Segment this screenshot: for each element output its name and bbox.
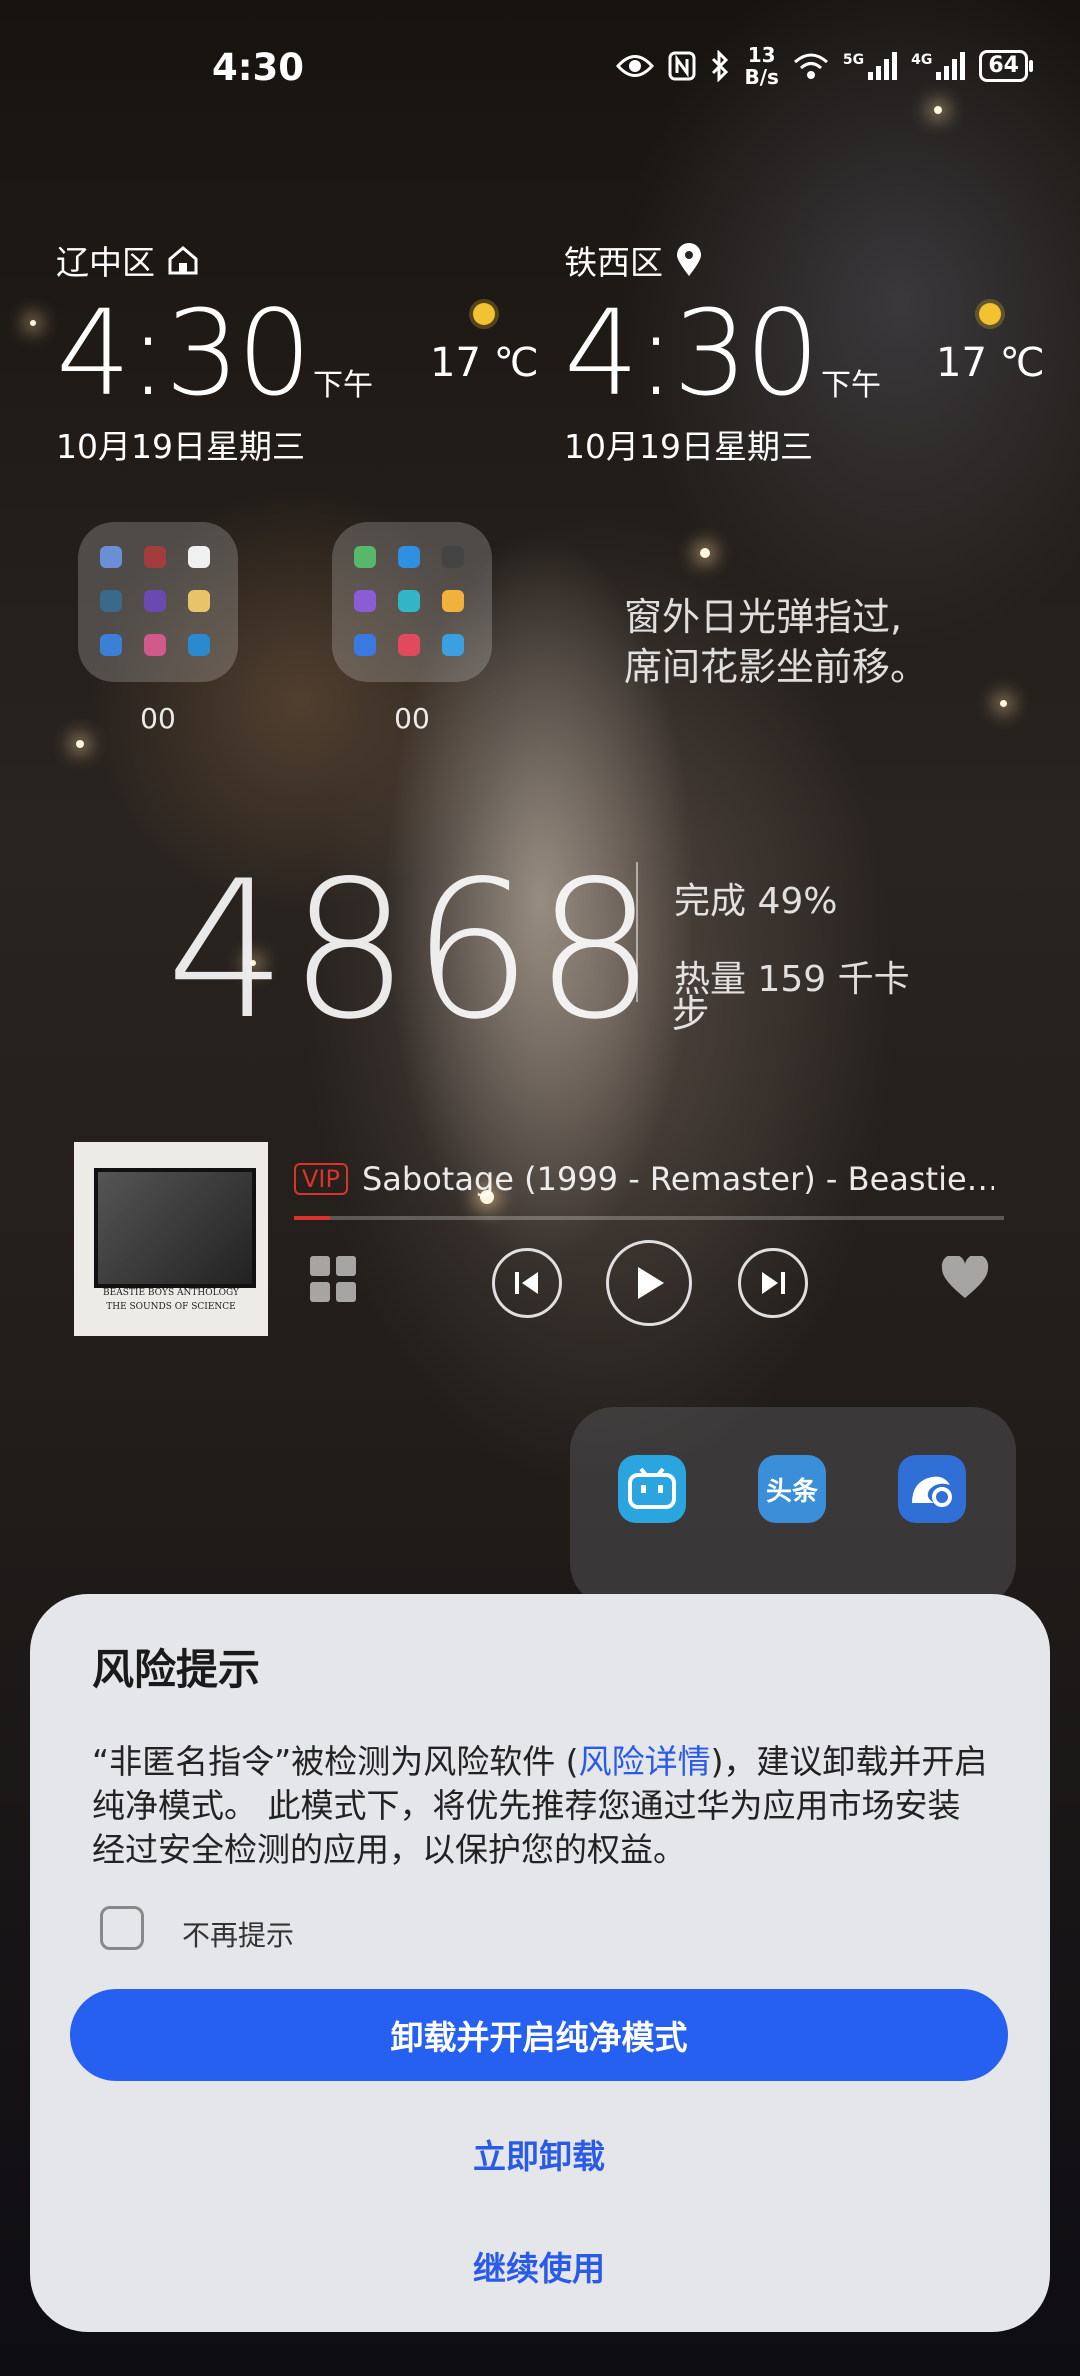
quote-line: 席间花影坐前移。 — [624, 645, 929, 689]
heart-icon — [941, 1254, 989, 1298]
risk-dialog: 风险提示 “非匿名指令”被检测为风险软件 (风险详情)，建议卸载并开启纯净模式。… — [30, 1594, 1050, 2332]
dialog-title: 风险提示 — [92, 1645, 261, 1694]
status-icons: 13 B/s 5G 4G 64 — [616, 44, 1033, 88]
clock-widget-2[interactable]: 铁西区 4:30 下午 10月19日星期三 — [564, 236, 881, 468]
play-button[interactable] — [606, 1240, 692, 1326]
status-time: 4:30 — [212, 46, 305, 89]
steps-widget[interactable]: 4868 步 — [166, 856, 710, 1046]
next-icon — [762, 1272, 785, 1294]
wifi-icon — [793, 53, 828, 79]
clock-widget-1[interactable]: 辽中区 4:30 下午 10月19日星期三 — [56, 236, 373, 468]
signal-bars-icon — [868, 52, 898, 80]
continue-using-button[interactable]: 继续使用 — [70, 2242, 1008, 2290]
previous-button[interactable] — [492, 1248, 562, 1318]
sunny-icon — [462, 292, 506, 336]
music-progress-track[interactable] — [294, 1216, 1004, 1220]
uc-browser-icon — [912, 1476, 952, 1507]
clock-ampm: 下午 — [820, 368, 881, 403]
song-row[interactable]: VIP Sabotage (1999 - Remaster) - Beastie… — [294, 1160, 994, 1198]
previous-icon — [515, 1272, 538, 1294]
dialog-message: “非匿名指令”被检测为风险软件 (风险详情)，建议卸载并开启纯净模式。 此模式下… — [92, 1740, 992, 1872]
folder-label: 00 — [394, 702, 430, 735]
quote-widget[interactable]: 窗外日光弹指过, 席间花影坐前移。 — [624, 592, 928, 692]
city-row: 辽中区 — [56, 236, 373, 284]
quote-line: 窗外日光弹指过, — [624, 595, 903, 639]
network-speed: 13 B/s — [744, 44, 778, 88]
temperature: 17 ℃ — [936, 340, 1045, 386]
network-speed-unit: B/s — [744, 65, 779, 89]
dialog-message-pre: “非匿名指令”被检测为风险软件 ( — [92, 1742, 579, 1781]
grid-menu-icon[interactable] — [310, 1256, 356, 1306]
risk-details-link[interactable]: 风险详情 — [579, 1742, 711, 1781]
uc-browser-app[interactable] — [898, 1455, 966, 1523]
clock-time: 4:30 — [564, 284, 820, 422]
step-calories: 热量 159 千卡 — [674, 959, 910, 1000]
step-count: 4868 — [166, 840, 658, 1061]
weather-widget-1[interactable]: 17 ℃ — [430, 292, 539, 386]
clock-ampm: 下午 — [312, 368, 373, 403]
dont-remind-label[interactable]: 不再提示 — [182, 1914, 294, 1954]
bilibili-icon — [628, 1467, 676, 1509]
signal-4g: 4G — [911, 52, 966, 80]
weather-widget-2[interactable]: 17 ℃ — [936, 292, 1045, 386]
steps-divider — [636, 862, 638, 1002]
app-folder-2[interactable]: 00 — [332, 522, 492, 735]
play-icon — [638, 1267, 664, 1299]
album-cover[interactable]: BEASTIE BOYS ANTHOLOGY THE SOUNDS OF SCI… — [74, 1142, 268, 1336]
battery-indicator: 64 — [979, 50, 1033, 82]
song-title: Sabotage (1999 - Remaster) - Beastie… — [361, 1160, 994, 1198]
next-button[interactable] — [738, 1248, 808, 1318]
city-name: 铁西区 — [564, 243, 663, 282]
step-completion: 完成 49% — [674, 881, 838, 922]
bluetooth-icon — [712, 50, 729, 82]
signal-4g-label: 4G — [911, 52, 933, 68]
folder-grid — [332, 522, 492, 682]
signal-5g: 5G — [842, 52, 898, 80]
app-folder-1[interactable]: 00 — [78, 522, 238, 735]
home-icon — [168, 246, 198, 275]
bilibili-app[interactable] — [618, 1455, 686, 1523]
sunny-icon — [968, 292, 1012, 336]
uninstall-now-button[interactable]: 立即卸载 — [70, 2130, 1008, 2178]
signal-5g-label: 5G — [842, 52, 865, 68]
clock-date: 10月19日星期三 — [56, 427, 305, 466]
dont-remind-checkbox[interactable] — [100, 1906, 144, 1950]
vip-badge: VIP — [294, 1163, 348, 1195]
folder-grid — [78, 522, 238, 682]
toutiao-icon: 头条 — [765, 1476, 818, 1507]
uninstall-and-pure-mode-button[interactable]: 卸载并开启纯净模式 — [70, 1989, 1008, 2081]
cover-text: THE SOUNDS OF SCIENCE — [106, 1302, 236, 1312]
clock-time: 4:30 — [56, 284, 312, 422]
music-progress-fill — [294, 1216, 330, 1220]
network-speed-value: 13 — [747, 43, 776, 67]
signal-bars-icon — [936, 52, 966, 80]
nfc-icon — [668, 51, 696, 81]
location-pin-icon — [677, 243, 701, 276]
toutiao-app[interactable]: 头条 — [758, 1455, 826, 1523]
album-photo — [94, 1168, 256, 1288]
dock: 头条 — [570, 1407, 1016, 1607]
clock-date: 10月19日星期三 — [564, 427, 813, 466]
cover-text: BEASTIE BOYS ANTHOLOGY — [103, 1288, 239, 1298]
city-row: 铁西区 — [564, 236, 881, 284]
like-button[interactable] — [940, 1254, 990, 1304]
city-name: 辽中区 — [56, 243, 155, 282]
folder-label: 00 — [140, 702, 176, 735]
temperature: 17 ℃ — [430, 340, 539, 386]
eye-icon — [616, 55, 655, 77]
